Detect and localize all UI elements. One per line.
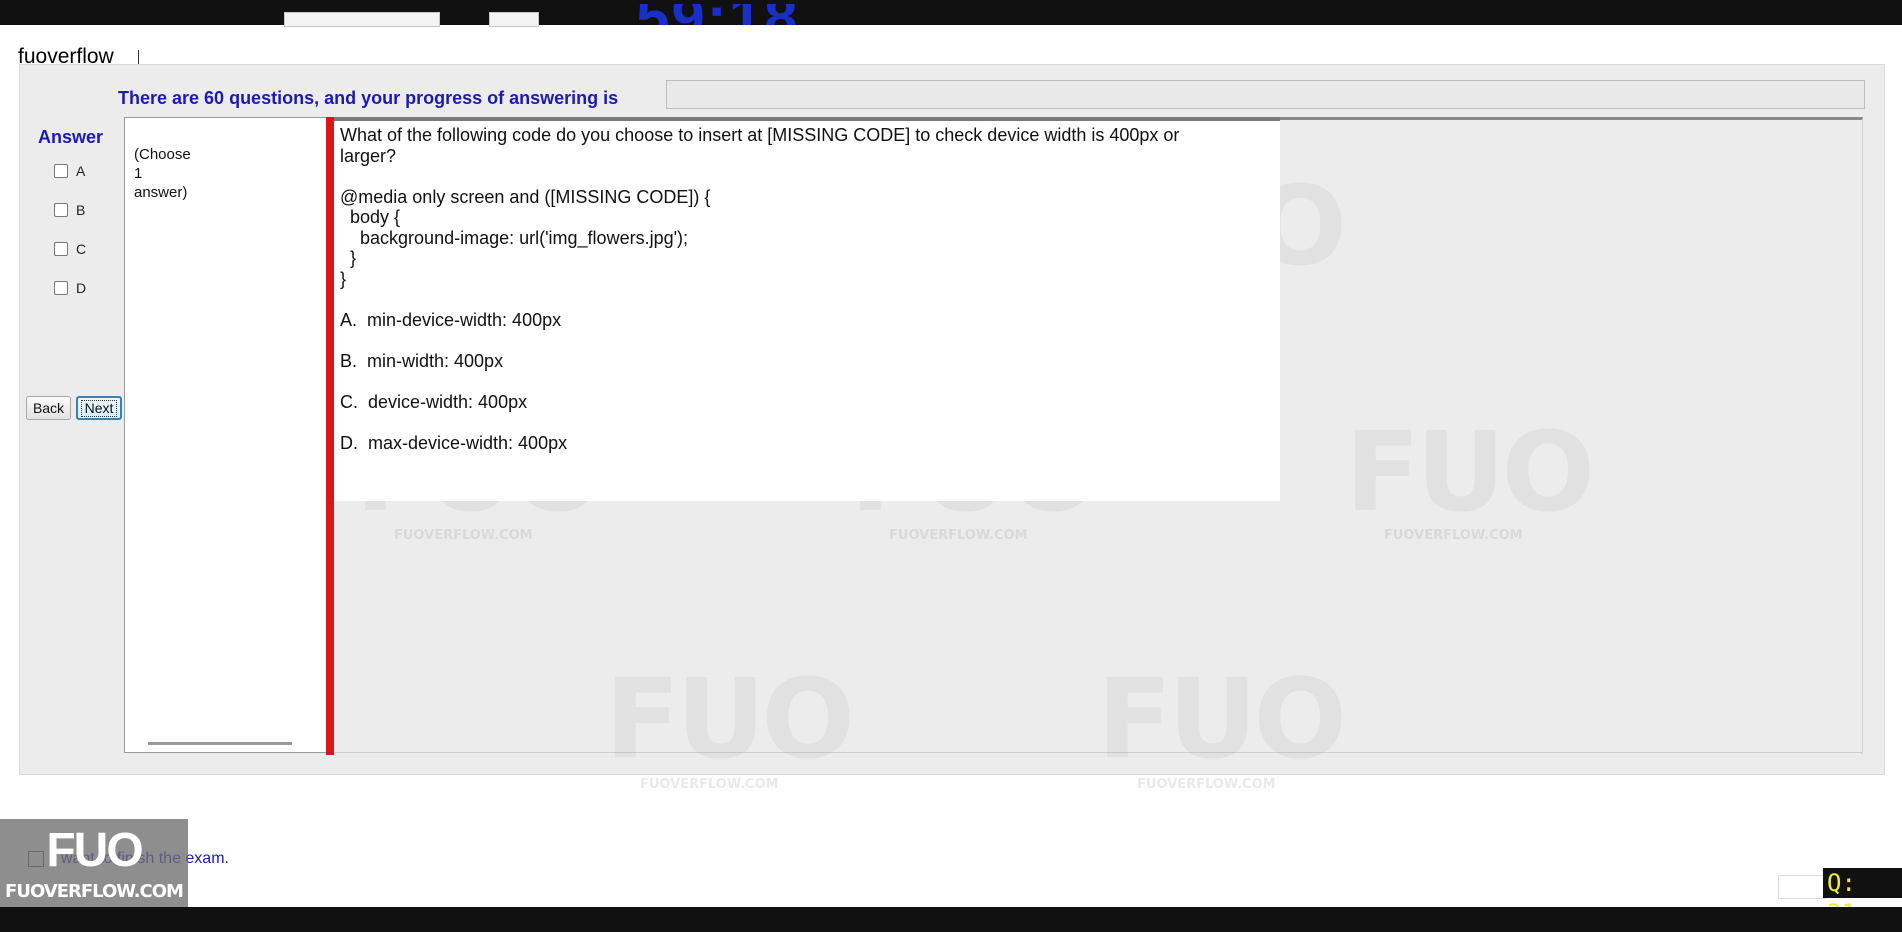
- answer-option-label: A: [76, 163, 86, 179]
- watermark-logo: FUO: [1345, 408, 1595, 536]
- checkbox-c[interactable]: [54, 242, 68, 256]
- countdown-timer: 59:18: [636, 4, 799, 25]
- logo-mark: FUO: [46, 824, 143, 877]
- answer-option-c[interactable]: C: [54, 240, 86, 258]
- answer-option-a[interactable]: A: [54, 162, 85, 180]
- watermark-logo: FUO: [1097, 655, 1347, 783]
- horizontal-scrollbar[interactable]: [148, 742, 292, 745]
- bottom-black-bar: [0, 907, 1902, 932]
- top-small-control[interactable]: [489, 12, 539, 27]
- answer-option-d[interactable]: D: [54, 279, 86, 297]
- answer-title: Answer: [38, 127, 104, 147]
- watermark-text: FUOVERFLOW.COM: [640, 777, 779, 792]
- choose-instruction: (Choose 1 answer): [134, 146, 191, 201]
- question-jump-input[interactable]: [1778, 875, 1826, 899]
- watermark-logo: FUO: [605, 655, 855, 783]
- watermark-text: FUOVERFLOW.COM: [1137, 777, 1276, 792]
- checkbox-a[interactable]: [54, 164, 68, 178]
- question-text: What of the following code do you choose…: [340, 125, 1180, 453]
- logo-text: FUOVERFLOW.COM: [5, 881, 184, 902]
- next-button-label: Next: [80, 399, 118, 417]
- progress-label: There are 60 questions, and your progres…: [118, 88, 619, 108]
- answer-option-label: B: [76, 202, 86, 218]
- watermark-text: FUOVERFLOW.COM: [889, 528, 1028, 543]
- checkbox-d[interactable]: [54, 281, 68, 295]
- splitter-red[interactable]: [326, 117, 334, 755]
- progress-bar: [666, 80, 1865, 109]
- answer-option-label: D: [76, 280, 87, 296]
- question-number-badge: Q: 21: [1823, 868, 1902, 927]
- back-button[interactable]: Back: [26, 396, 71, 420]
- checkbox-b[interactable]: [54, 203, 68, 217]
- answer-option-b[interactable]: B: [54, 201, 85, 219]
- question-panel: What of the following code do you choose…: [334, 117, 1280, 501]
- watermark-text: FUOVERFLOW.COM: [1384, 528, 1523, 543]
- top-combobox[interactable]: [284, 12, 440, 27]
- watermark-text: FUOVERFLOW.COM: [394, 528, 533, 543]
- next-button[interactable]: Next: [76, 396, 122, 420]
- choose-panel: (Choose 1 answer): [124, 117, 326, 753]
- answer-option-label: C: [76, 241, 87, 257]
- fuoverflow-logo: FUO FUOVERFLOW.COM: [0, 819, 188, 907]
